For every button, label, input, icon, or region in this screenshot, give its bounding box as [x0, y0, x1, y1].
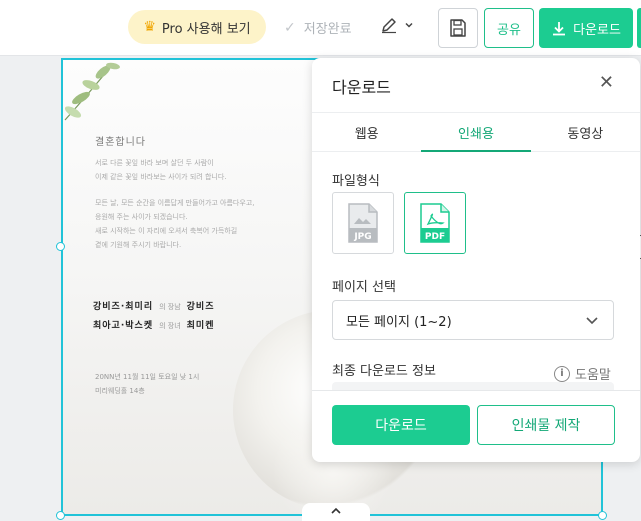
download-arrow-icon [553, 22, 566, 36]
file-format-label: 파일형식 [332, 174, 380, 189]
close-button[interactable]: ✕ [599, 74, 614, 92]
save-button[interactable] [438, 8, 478, 48]
help-label: 도움말 [575, 368, 611, 383]
groom-parents: 강비즈·최미리 [93, 302, 154, 312]
groom-relation: 의 장남 [159, 303, 181, 311]
bride-parents: 최아고·박스켓 [93, 321, 154, 331]
share-label: 공유 [497, 22, 521, 38]
pro-trial-label: Pro 사용해 보기 [161, 21, 251, 37]
help-link[interactable]: i 도움말 [554, 364, 611, 383]
jpg-file-icon: JPG [348, 203, 378, 243]
message-line: 곁에 기원해 주시기 바랍니다. [95, 241, 182, 249]
close-icon: ✕ [598, 72, 614, 93]
crown-icon: ♛ [143, 19, 156, 35]
page-select-value: 모든 페이지 (1~2) [346, 314, 452, 330]
panel-title: 다운로드 [332, 78, 391, 97]
pro-trial-button[interactable]: ♛ Pro 사용해 보기 [128, 10, 266, 44]
resize-handle-bottom-left[interactable] [56, 511, 65, 520]
download-tabs: 웹용 인쇄용 동영상 [312, 112, 640, 152]
event-date: 20NN년 11월 11일 토요일 낮 1시 [95, 373, 200, 381]
resize-handle-left[interactable] [56, 242, 65, 251]
message-line: 이제 같은 꽃잎 바라보는 사이가 되려 합니다. [95, 173, 227, 181]
bride-name: 최미켄 [186, 321, 215, 331]
groom-name: 강비즈 [186, 302, 215, 312]
tab-video[interactable]: 동영상 [531, 113, 640, 151]
message-line: 모든 날, 모든 순간을 이름답게 만들어가고 아름다우고, [95, 199, 255, 207]
couple-names: 강비즈·최미리 의 장남 강비즈 최아고·박스켓 의 장녀 최미켄 [93, 298, 313, 336]
groom-row: 강비즈·최미리 의 장남 강비즈 [93, 298, 313, 317]
page-select-label: 페이지 선택 [332, 280, 396, 295]
page-select-dropdown[interactable]: 모든 페이지 (1~2) [332, 300, 614, 340]
bride-row: 최아고·박스켓 의 장녀 최미켄 [93, 317, 313, 336]
download-panel: 다운로드 ✕ 웹용 인쇄용 동영상 파일형식 JPG PDF 페이지 선택 모든… [312, 58, 640, 462]
final-info-box [332, 382, 614, 390]
format-option-jpg[interactable]: JPG [332, 192, 394, 254]
pen-tool-dropdown[interactable] [380, 16, 414, 34]
format-option-pdf[interactable]: PDF [404, 192, 466, 254]
jpg-format-text: JPG [353, 232, 371, 242]
save-disk-icon [450, 19, 466, 37]
invitation-title: 결혼합니다 [95, 137, 146, 148]
save-status: ✓ 저장완료 [284, 18, 352, 38]
invitation-message: 서로 다른 꽃잎 바라 보며 살던 두 사람이 이제 같은 꽃잎 바라보는 사이… [95, 156, 315, 252]
panel-download-button[interactable]: 다운로드 [332, 405, 470, 445]
chevron-down-icon [586, 317, 598, 325]
info-icon: i [554, 365, 570, 382]
save-status-label: 저장완료 [303, 22, 352, 37]
leaf-decoration [64, 62, 120, 121]
chevron-up-icon [331, 507, 341, 514]
final-info-label: 최종 다운로드 정보 [332, 364, 436, 379]
message-line: 새로 시작하는 이 자리에 오셔서 축복어 가득하길 [95, 227, 238, 235]
print-order-button[interactable]: 인쇄물 제작 [477, 405, 615, 445]
pdf-file-icon: PDF [420, 203, 450, 243]
pen-icon [382, 18, 396, 34]
pdf-format-text: PDF [425, 232, 445, 242]
toolbar-overflow-edge [637, 8, 641, 48]
bride-relation: 의 장녀 [159, 322, 181, 330]
top-toolbar: ♛ Pro 사용해 보기 ✓ 저장완료 공유 다운로드 [0, 0, 641, 56]
resize-handle-bottom-right[interactable] [598, 511, 607, 520]
tab-web[interactable]: 웹용 [312, 113, 421, 151]
event-details: 20NN년 11월 11일 토요일 낮 1시 미리웨딩홀 14층 [95, 370, 199, 398]
message-line: 서로 다른 꽃잎 바라 보며 살던 두 사람이 [95, 159, 214, 167]
download-label: 다운로드 [573, 22, 621, 38]
share-button[interactable]: 공유 [484, 8, 534, 48]
check-icon: ✓ [284, 19, 296, 36]
chevron-down-icon [405, 22, 413, 28]
tab-print[interactable]: 인쇄용 [421, 113, 531, 152]
collapse-pages-button[interactable] [302, 503, 370, 521]
panel-footer: 다운로드 인쇄물 제작 [312, 390, 640, 462]
download-button[interactable]: 다운로드 [539, 8, 633, 48]
event-venue: 미리웨딩홀 14층 [95, 387, 145, 395]
message-line: 응원해 주는 사이가 되겠습니다. [95, 213, 188, 221]
